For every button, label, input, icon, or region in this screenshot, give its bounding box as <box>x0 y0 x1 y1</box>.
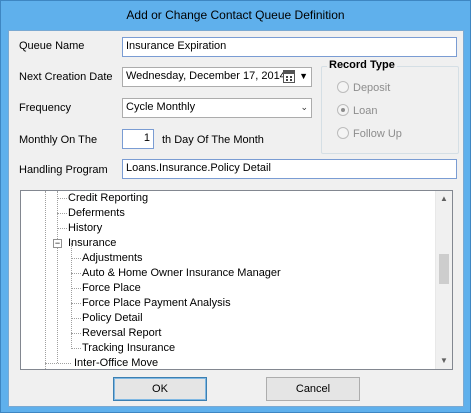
dialog-window: Add or Change Contact Queue Definition Q… <box>0 0 471 413</box>
tree-connector-line <box>71 333 81 334</box>
tree-item[interactable]: Adjustments <box>82 251 143 266</box>
scrollbar-thumb[interactable] <box>439 254 449 284</box>
chevron-down-icon[interactable]: ▼ <box>299 71 308 81</box>
tree-item[interactable]: Deferments <box>68 206 125 221</box>
radio-deposit[interactable]: Deposit <box>337 81 390 95</box>
tree-item-selected[interactable]: Policy Detail <box>82 311 143 326</box>
next-creation-date-picker[interactable]: Wednesday, December 17, 2014 ▼ <box>122 67 312 87</box>
tree-connector-line <box>57 213 67 214</box>
cancel-button[interactable]: Cancel <box>266 377 360 401</box>
tree-item[interactable]: Auto & Home Owner Insurance Manager <box>82 266 281 281</box>
tree-connector-line <box>45 363 71 364</box>
tree-item[interactable]: History <box>68 221 102 236</box>
tree-item[interactable]: Reversal Report <box>82 326 161 341</box>
calendar-icon[interactable] <box>283 70 295 83</box>
handling-program-input[interactable]: Loans.Insurance.Policy Detail <box>122 159 457 179</box>
ok-button[interactable]: OK <box>113 377 207 401</box>
next-creation-date-label: Next Creation Date <box>19 71 113 83</box>
radio-circle-icon <box>337 127 349 139</box>
tree-item[interactable]: Force Place <box>82 281 141 296</box>
record-type-group: Record Type Deposit Loan Follow Up <box>321 59 459 154</box>
collapse-icon[interactable]: − <box>53 239 62 248</box>
radio-deposit-label: Deposit <box>353 82 391 94</box>
tree-item[interactable]: Inter-Office Move <box>74 356 158 369</box>
next-creation-date-value: Wednesday, December 17, 2014 <box>126 70 286 82</box>
tree-connector-line <box>45 191 46 369</box>
record-type-title: Record Type <box>327 59 397 71</box>
tree-connector-line <box>71 258 81 259</box>
handling-program-label: Handling Program <box>19 164 108 176</box>
tree-connector-line <box>57 228 67 229</box>
radio-circle-icon <box>337 81 349 93</box>
radio-loan[interactable]: Loan <box>337 104 377 118</box>
radio-follow-up[interactable]: Follow Up <box>337 127 402 141</box>
frequency-value: Cycle Monthly <box>126 101 196 113</box>
tree-connector-line <box>71 273 81 274</box>
dialog-client-area: Queue Name Insurance Expiration Next Cre… <box>8 30 464 407</box>
monthly-on-label: Monthly On The <box>19 134 98 146</box>
tree-connector-line <box>71 318 81 319</box>
queue-name-input[interactable]: Insurance Expiration <box>122 37 457 57</box>
chevron-down-icon[interactable]: ⌄ <box>300 102 308 113</box>
scroll-down-icon[interactable]: ▼ <box>436 353 452 369</box>
frequency-select[interactable]: Cycle Monthly ⌄ <box>122 98 312 118</box>
tree-item[interactable]: Credit Reporting <box>68 191 148 206</box>
tree-item-insurance[interactable]: Insurance <box>68 236 116 251</box>
tree-connector-line <box>71 303 81 304</box>
tree-connector-line <box>57 198 67 199</box>
monthly-day-input[interactable]: 1 <box>122 129 154 149</box>
dialog-title: Add or Change Contact Queue Definition <box>126 8 345 22</box>
tree-item[interactable]: Force Place Payment Analysis <box>82 296 231 311</box>
frequency-label: Frequency <box>19 102 71 114</box>
tree-connector-line <box>71 348 81 349</box>
tree-connector-line <box>71 288 81 289</box>
tree-scrollbar[interactable]: ▲ ▼ <box>435 191 452 369</box>
queue-name-label: Queue Name <box>19 40 85 52</box>
tree-connector-line <box>57 191 58 363</box>
program-tree[interactable]: Credit Reporting Deferments History − In… <box>20 190 453 370</box>
tree-item[interactable]: Tracking Insurance <box>82 341 175 356</box>
monthly-suffix-label: th Day Of The Month <box>162 134 264 146</box>
radio-follow-up-label: Follow Up <box>353 128 402 140</box>
radio-loan-label: Loan <box>353 105 378 117</box>
scroll-up-icon[interactable]: ▲ <box>436 191 452 207</box>
radio-selected-icon <box>337 104 349 116</box>
